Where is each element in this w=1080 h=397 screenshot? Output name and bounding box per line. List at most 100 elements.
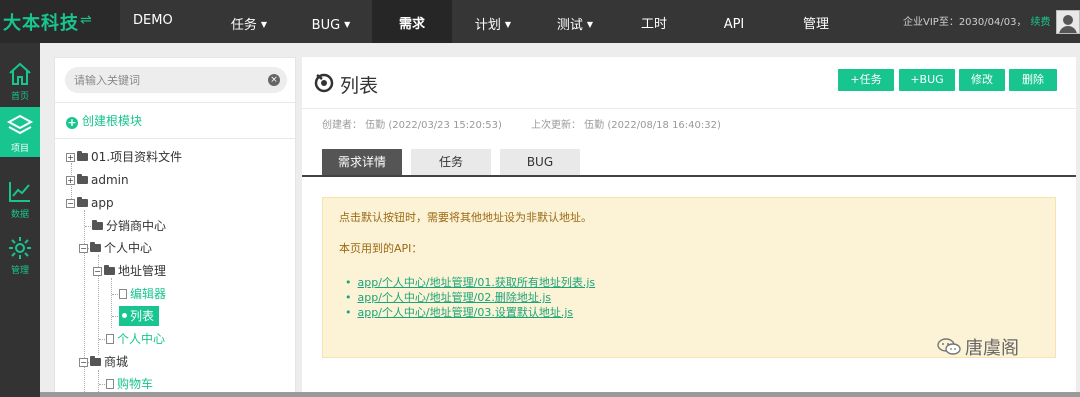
- tree-node-label: 分销商中心: [106, 219, 167, 233]
- sidebar-item-label: 项目: [10, 144, 29, 154]
- vip-status: 企业VIP至：2030/04/03， 续费: [903, 13, 1050, 28]
- chart-icon: [9, 182, 30, 202]
- collapse-icon[interactable]: −: [79, 358, 88, 367]
- folder-icon: [77, 151, 88, 161]
- sidebar-item-label: 首页: [10, 92, 29, 102]
- sidebar-item-project[interactable]: 项目: [0, 107, 40, 157]
- tree-node[interactable]: 个人中心: [106, 329, 165, 349]
- nav-api[interactable]: API: [696, 0, 772, 43]
- tree-node[interactable]: 购物车: [106, 374, 153, 394]
- sidebar-item-data[interactable]: 数据: [0, 173, 40, 223]
- search-input[interactable]: [65, 67, 265, 93]
- tree-node-label: 个人中心: [117, 332, 166, 346]
- document-badge-icon: [314, 73, 334, 93]
- renew-link[interactable]: 续费: [1030, 17, 1050, 28]
- caret-down-icon: ▼: [504, 20, 512, 29]
- folder-icon: [104, 265, 115, 275]
- create-root-label: 创建根模块: [82, 114, 143, 128]
- nav-task-label: 任务: [230, 18, 257, 33]
- tree-node-label: 商城: [104, 355, 129, 369]
- file-icon: [106, 334, 114, 344]
- home-icon: [9, 62, 31, 85]
- tree-node[interactable]: +01.项目资料文件: [66, 147, 182, 167]
- brand: 大本科技 ⇌: [0, 0, 120, 43]
- tree-node-label: admin: [91, 173, 129, 187]
- add-bug-button[interactable]: +BUG: [899, 69, 955, 91]
- tree-node[interactable]: − app: [66, 193, 114, 213]
- create-root-module-button[interactable]: + 创建根模块: [66, 112, 142, 129]
- icon-sidebar: 首页 项目 数据 管理: [0, 43, 40, 397]
- tree-node-label: 编辑器: [130, 287, 167, 301]
- plus-circle-icon: +: [66, 116, 78, 129]
- sidebar-item-home[interactable]: 首页: [0, 55, 40, 105]
- top-navbar: 大本科技 ⇌ DEMO 任务 ▼ BUG ▼ 需求 计划 ▼ 测试 ▼ 工时 API 管…: [0, 0, 1080, 43]
- nav-worktime-label: 工时: [640, 17, 667, 32]
- nav-requirement[interactable]: 需求: [372, 0, 452, 43]
- gear-icon: [9, 237, 31, 259]
- clear-icon[interactable]: ×: [268, 74, 280, 86]
- watermark-text: 唐虞阁: [965, 338, 1019, 359]
- collapse-icon[interactable]: −: [79, 244, 88, 253]
- tree-node[interactable]: − 地址管理: [93, 261, 166, 281]
- sidebar-item-label: 管理: [10, 266, 29, 276]
- nav-api-label: API: [723, 17, 745, 32]
- wechat-icon: [937, 338, 961, 355]
- caret-down-icon: ▼: [260, 20, 268, 29]
- caret-down-icon: ▼: [344, 20, 351, 29]
- file-icon: [119, 289, 127, 299]
- expand-icon[interactable]: +: [66, 176, 75, 185]
- tree-node[interactable]: 编辑器: [119, 284, 166, 304]
- page-title: 列表: [340, 75, 379, 97]
- tree-node[interactable]: − 个人中心: [79, 238, 152, 258]
- tab-bar: 需求详情 任务 BUG: [302, 149, 1076, 177]
- nav-plan[interactable]: 计划 ▼: [452, 0, 534, 43]
- tree-node[interactable]: + admin: [66, 170, 129, 190]
- layers-icon: [6, 114, 34, 135]
- avatar[interactable]: [1056, 10, 1080, 34]
- module-tree-panel: × + 创建根模块 +01.项目资料文件 + admin − app 分销商中心 − 个…: [54, 57, 296, 397]
- add-task-button[interactable]: +任务: [838, 69, 894, 91]
- folder-icon: [92, 220, 103, 230]
- brand-name[interactable]: 大本科技: [3, 9, 79, 35]
- folder-icon: [77, 174, 88, 184]
- tree-search: ×: [65, 67, 287, 93]
- tree-node-label: app: [91, 196, 114, 210]
- tree-node[interactable]: − 商城: [79, 352, 128, 372]
- swap-icon[interactable]: ⇌: [80, 12, 92, 28]
- sidebar-item-admin[interactable]: 管理: [0, 229, 40, 279]
- caret-down-icon: ▼: [586, 20, 594, 29]
- creator-info: 创建者： 伍勤 (2022/03/23 15:20:53): [322, 120, 502, 131]
- horizontal-scrollbar[interactable]: [40, 392, 1080, 397]
- project-name[interactable]: DEMO: [133, 13, 173, 28]
- vip-text: 企业VIP至：2030/04/03，: [903, 17, 1027, 28]
- tab-requirement-detail[interactable]: 需求详情: [322, 149, 402, 175]
- edit-button[interactable]: 修改: [959, 69, 1005, 91]
- notice-api-heading: 本页用到的API：: [339, 242, 423, 255]
- nav-admin[interactable]: 管理: [776, 0, 856, 43]
- delete-button[interactable]: 删除: [1009, 69, 1057, 91]
- tree-node[interactable]: 分销商中心: [92, 216, 166, 236]
- nav-worktime[interactable]: 工时: [616, 0, 692, 43]
- tree-node-selected[interactable]: 列表: [119, 306, 160, 326]
- nav-admin-label: 管理: [802, 17, 829, 32]
- nav-requirement-label: 需求: [398, 17, 425, 32]
- nav-task[interactable]: 任务 ▼: [208, 0, 290, 43]
- api-link[interactable]: app/个人中心/地址管理/01.获取所有地址列表.js: [345, 275, 596, 290]
- tab-tasks[interactable]: 任务: [411, 149, 491, 175]
- tree-node-label: 地址管理: [118, 264, 167, 278]
- collapse-icon[interactable]: −: [66, 199, 75, 208]
- selected-dot-icon: [122, 313, 127, 318]
- folder-icon: [90, 242, 101, 252]
- tree-node-label: 个人中心: [104, 241, 153, 255]
- folder-icon: [90, 356, 101, 366]
- watermark: 唐虞阁: [937, 334, 1019, 360]
- tab-bugs[interactable]: BUG: [500, 149, 580, 175]
- nav-bug[interactable]: BUG ▼: [290, 0, 372, 43]
- nav-bug-label: BUG: [311, 18, 341, 33]
- api-link[interactable]: app/个人中心/地址管理/02.删除地址.js: [345, 290, 595, 305]
- collapse-icon[interactable]: −: [93, 267, 102, 276]
- nav-test[interactable]: 测试 ▼: [534, 0, 616, 43]
- updater-info: 上次更新： 伍勤 (2022/08/18 16:40:32): [531, 120, 721, 131]
- api-link[interactable]: app/个人中心/地址管理/03.设置默认地址.js: [345, 305, 595, 320]
- expand-icon[interactable]: +: [66, 153, 75, 162]
